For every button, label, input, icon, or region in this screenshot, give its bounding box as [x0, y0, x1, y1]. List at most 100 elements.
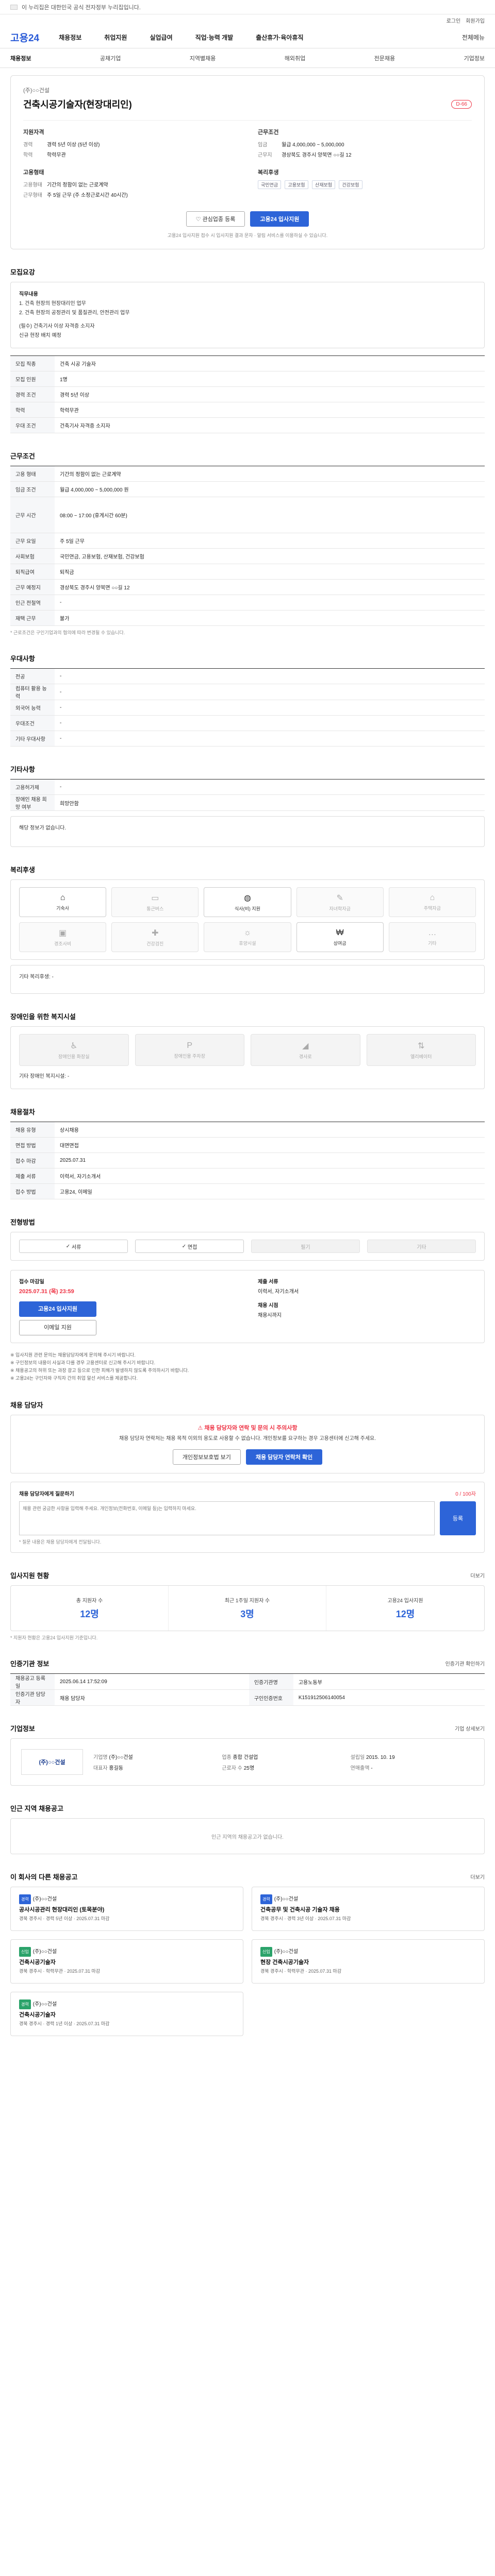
table-row: 근무 예정지 경상북도 경주시 양북면 ○○길 12	[10, 579, 485, 595]
recommend-card[interactable]: 신입 (주)○○건설 현장 건축시공기술자 경북 경주시 · 학력무관 · 202…	[252, 1939, 485, 1984]
table-row: 채용 유형 상시채용	[10, 1122, 485, 1138]
gnb-item-benefit[interactable]: 실업급여	[150, 33, 172, 42]
welfare-chip: 산재보험	[311, 180, 336, 189]
row-value: -	[55, 700, 485, 716]
career-badge: 경력	[19, 1894, 31, 1904]
job-title: 건축시공기술자(현장대리인)	[23, 99, 132, 110]
career-badge: 신입	[19, 1947, 31, 1957]
section-title: 인증기관 정보	[10, 1660, 50, 1668]
method-label: 기타	[417, 1244, 426, 1250]
hire-time-heading: 채용 시점	[258, 1303, 278, 1309]
summary-heading: 지원자격	[23, 129, 44, 135]
description-line: 2. 건축 현장의 공정관리 및 품질관리, 안전관리 업무	[19, 310, 130, 316]
kv-key: 임금	[258, 142, 268, 148]
all-menu-button[interactable]: 전체메뉴	[462, 33, 485, 42]
company-name[interactable]: (주)○○건설	[23, 86, 472, 94]
money-icon: ₩	[336, 928, 344, 937]
gov-banner-text: 이 누리집은 대한민국 공식 전자정부 누리집입니다.	[22, 5, 141, 11]
description-line: 1. 건축 현장의 현장대리인 업무	[19, 301, 86, 307]
company-key: 업종	[222, 1755, 232, 1760]
question-submit-button[interactable]: 등록	[440, 1501, 476, 1535]
company-value: (주)○○건설	[109, 1755, 133, 1760]
apply-button[interactable]: 고용24 입사지원	[250, 211, 309, 227]
section-title: 장애인을 위한 복지시설	[10, 1013, 76, 1021]
subnav-item[interactable]: 채용정보	[10, 54, 31, 62]
company-more-link[interactable]: 기업 상세보기	[455, 1724, 485, 1732]
section-title: 근무조건	[10, 452, 35, 460]
method-item: ✓ 서류	[19, 1240, 128, 1253]
row-key: 기타 우대사항	[10, 731, 55, 747]
apply-deadline-date: 2025.07.31 (목) 23:59	[19, 1289, 74, 1295]
stats-more-link[interactable]: 더보기	[470, 1571, 485, 1579]
subnav-item[interactable]: 지역별채용	[190, 54, 216, 62]
sub-nav: 채용정보 공채기업 지역별채용 해외취업 전문채용 기업정보	[0, 48, 495, 68]
row-key: 퇴직급여	[10, 564, 55, 580]
recommend-section: 이 회사의 다른 채용공고 더보기 경력 (주)○○건설 공사시공관리 현장대리인 …	[10, 1872, 485, 2036]
subnav-item[interactable]: 공채기업	[100, 54, 121, 62]
recommend-card[interactable]: 경력 (주)○○건설 건축시공기술자 경북 경주시 · 경력 1년 이상 · 20…	[10, 1992, 243, 2036]
section-title: 전형방법	[10, 1218, 35, 1226]
method-item: 기타	[367, 1240, 476, 1253]
welfare-item: … 기타	[388, 922, 476, 952]
table-row: 장애인 채용 희망 여부 희망안함	[10, 794, 485, 811]
row-key: 모집 인원	[10, 371, 55, 387]
row-key: 제출 서류	[10, 1168, 55, 1184]
gnb-item-support[interactable]: 취업지원	[104, 33, 127, 42]
row-key: 근무 예정지	[10, 579, 55, 595]
gnb-item-training[interactable]: 직업·능력 개발	[195, 33, 234, 42]
row-key: 고용허가제	[10, 779, 55, 795]
company-key: 기업명	[93, 1755, 108, 1760]
bus-icon: ▭	[151, 893, 159, 903]
extra-table: 고용허가제 - 장애인 채용 희망 여부 희망안함	[10, 779, 485, 811]
method-section: 전형방법 ✓ 서류 ✓ 면접 필기 기타 접수 마감일 2025.07.31 (…	[10, 1217, 485, 1382]
subnav-item[interactable]: 해외취업	[285, 54, 305, 62]
welfare-item: ⌂ 주택자금	[388, 887, 476, 917]
row-value: 08:00 ~ 17:00 (휴게시간 60분)	[55, 497, 485, 533]
row-value: 2025.06.14 17:52:09	[55, 1673, 249, 1690]
login-link[interactable]: 로그인	[447, 16, 461, 24]
facility-label: 장애인용 주차장	[174, 1053, 205, 1059]
save-interest-button[interactable]: ♡ 관심업종 등록	[186, 211, 245, 227]
table-row: 컴퓨터 활용 능력 -	[10, 684, 485, 700]
recruit-table: 모집 직종 건축 시공 기술자 모집 인원 1명 경력 조건 경력 5년 이상 학력 학…	[10, 355, 485, 433]
logo[interactable]: 고용24	[10, 30, 39, 44]
welfare-label: 주택자금	[423, 905, 441, 911]
method-item: 필기	[251, 1240, 360, 1253]
table-row: 면접 방법 대면면접	[10, 1137, 485, 1153]
gnb-item-leave[interactable]: 출산휴가·육아휴직	[256, 33, 303, 42]
gnb-item-jobs[interactable]: 채용정보	[59, 33, 81, 42]
row-value: 건축기사 자격증 소지자	[55, 417, 485, 433]
recommend-card[interactable]: 경력 (주)○○건설 건축공무 및 건축시공 기술자 채용 경북 경주시 · 경력…	[252, 1887, 485, 1931]
row-value: -	[55, 684, 485, 700]
section-title: 복리후생	[10, 866, 35, 874]
rec-company: (주)○○건설	[32, 1949, 57, 1955]
section-title: 기업정보	[10, 1725, 35, 1733]
row-value: 2025.07.31	[55, 1153, 485, 1168]
rec-company: (주)○○건설	[274, 1896, 299, 1902]
apply-email-button[interactable]: 이메일 지원	[19, 1320, 96, 1335]
row-key: 장애인 채용 희망 여부	[10, 794, 55, 811]
row-value: 경력 5년 이상	[55, 386, 485, 402]
apply-online-button[interactable]: 고용24 입사지원	[19, 1301, 96, 1317]
contact-check-button[interactable]: 채용 담당자 연락처 확인	[245, 1449, 323, 1465]
row-value: 채용 담당자	[55, 1689, 249, 1706]
meal-icon: ◍	[244, 893, 251, 903]
subnav-item[interactable]: 전문채용	[374, 54, 395, 62]
privacy-law-button[interactable]: 개인정보보호법 보기	[172, 1449, 241, 1465]
table-row: 근무 시간 08:00 ~ 17:00 (휴게시간 60분)	[10, 497, 485, 533]
question-input[interactable]	[19, 1501, 435, 1535]
kv-value: 월급 4,000,000 ~ 5,000,000	[282, 142, 344, 148]
table-row: 사회보험 국민연금, 고용보험, 산재보험, 건강보험	[10, 548, 485, 564]
stats-note: * 지원자 현황은 고용24 입사지원 기준입니다.	[10, 1635, 98, 1640]
subnav-item[interactable]: 기업정보	[464, 54, 485, 62]
row-value: -	[55, 595, 485, 611]
recommend-card[interactable]: 경력 (주)○○건설 공사시공관리 현장대리인 (토목분야) 경북 경주시 · 경…	[10, 1887, 243, 1931]
reg-more-link[interactable]: 인증기관 확인하기	[446, 1659, 485, 1667]
join-link[interactable]: 회원가입	[466, 16, 485, 24]
recommend-more-link[interactable]: 더보기	[470, 1873, 485, 1880]
welfare-other-text: 기타 복리후생: -	[19, 974, 54, 980]
row-key: 고용 형태	[10, 466, 55, 482]
header: 고용24 채용정보 취업지원 실업급여 직업·능력 개발 출산휴가·육아휴직 전…	[0, 26, 495, 48]
recommend-card[interactable]: 신입 (주)○○건설 건축시공기술자 경북 경주시 · 학력무관 · 2025.0…	[10, 1939, 243, 1984]
row-value: 건축 시공 기술자	[55, 355, 485, 371]
